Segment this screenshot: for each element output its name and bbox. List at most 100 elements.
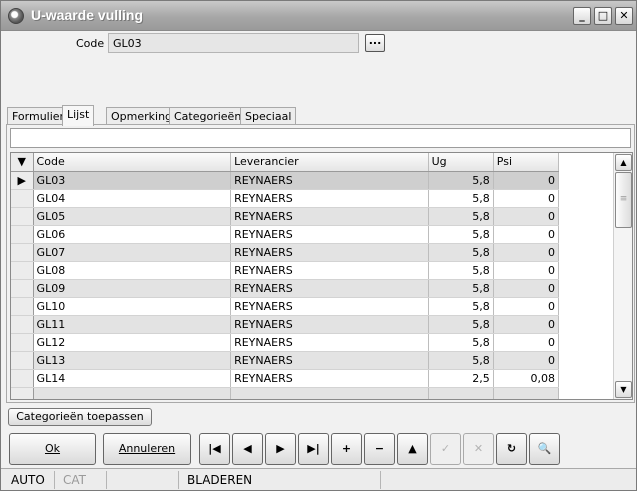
cell-code[interactable]: GL03 [33, 171, 232, 190]
cell-leverancier[interactable]: REYNAERS [230, 189, 429, 208]
edit-record-icon[interactable]: ▲ [397, 433, 428, 465]
row-indicator[interactable] [11, 279, 34, 298]
post-record-icon[interactable]: ✓ [430, 433, 461, 465]
table-row[interactable]: GL07 REYNAERS 5,8 0 [11, 243, 560, 262]
table-row[interactable]: GL06 REYNAERS 5,8 0 [11, 225, 560, 244]
cell-psi[interactable]: 0 [493, 333, 560, 352]
table-row[interactable]: GL10 REYNAERS 5,8 0 [11, 297, 560, 316]
cell-ug[interactable]: 5,8 [428, 261, 494, 280]
row-indicator[interactable] [11, 351, 34, 370]
cell-code[interactable]: GL11 [33, 315, 232, 334]
cell-ug[interactable]: 5,8 [428, 189, 494, 208]
table-row[interactable]: ▶ GL03 REYNAERS 5,8 0 [11, 171, 560, 190]
cell-leverancier[interactable]: REYNAERS [230, 351, 429, 370]
cell-leverancier[interactable]: REYNAERS [230, 333, 429, 352]
table-row[interactable]: GL14 REYNAERS 2,5 0,08 [11, 369, 560, 388]
cell-ug[interactable]: 5,8 [428, 225, 494, 244]
delete-record-icon[interactable]: − [364, 433, 395, 465]
tab-categorieen[interactable]: Categorieën [169, 107, 247, 125]
cell-leverancier[interactable]: REYNAERS [230, 279, 429, 298]
table-row[interactable]: GL04 REYNAERS 5,8 0 [11, 189, 560, 208]
cell-ug[interactable]: 5,8 [428, 243, 494, 262]
column-menu-icon[interactable]: ▼ [11, 153, 34, 172]
cell-leverancier[interactable]: REYNAERS [230, 243, 429, 262]
title-bar[interactable]: U-waarde vulling _ □ ✕ [1, 1, 636, 31]
cell-code[interactable]: GL05 [33, 207, 232, 226]
column-header-psi[interactable]: Psi [493, 153, 560, 172]
next-record-icon[interactable]: ▶ [265, 433, 296, 465]
filter-bar[interactable] [10, 128, 631, 148]
cell-psi[interactable]: 0 [493, 171, 560, 190]
code-field[interactable]: GL03 [108, 33, 359, 53]
cell-ug[interactable]: 5,8 [428, 333, 494, 352]
cell-psi[interactable]: 0 [493, 225, 560, 244]
column-header-code[interactable]: Code [33, 153, 232, 172]
cell-psi[interactable]: 0 [493, 207, 560, 226]
tab-formulier[interactable]: Formulier [7, 107, 70, 125]
cell-leverancier[interactable]: REYNAERS [230, 315, 429, 334]
cell-psi[interactable]: 0 [493, 297, 560, 316]
cell-ug[interactable]: 5,8 [428, 297, 494, 316]
scrollbar-thumb[interactable]: ≡ [615, 172, 632, 228]
cell-leverancier[interactable]: REYNAERS [230, 297, 429, 316]
cell-psi[interactable]: 0 [493, 243, 560, 262]
cell-empty[interactable] [428, 387, 494, 399]
row-indicator[interactable] [11, 387, 34, 399]
row-indicator[interactable] [11, 261, 34, 280]
browse-button[interactable]: ... [365, 34, 385, 52]
cell-psi[interactable]: 0 [493, 261, 560, 280]
scroll-down-icon[interactable]: ▼ [615, 381, 632, 398]
data-grid[interactable]: ▼ Code Leverancier Ug Psi ▶ GL03 REYNAER… [10, 152, 633, 400]
refresh-icon[interactable]: ↻ [496, 433, 527, 465]
row-indicator[interactable] [11, 369, 34, 388]
cell-ug[interactable]: 5,8 [428, 315, 494, 334]
cell-leverancier[interactable]: REYNAERS [230, 207, 429, 226]
last-record-icon[interactable]: ▶| [298, 433, 329, 465]
row-indicator[interactable] [11, 225, 34, 244]
scroll-up-icon[interactable]: ▲ [615, 154, 632, 171]
cell-code[interactable]: GL13 [33, 351, 232, 370]
column-header-leverancier[interactable]: Leverancier [230, 153, 429, 172]
insert-record-icon[interactable]: + [331, 433, 362, 465]
cell-leverancier[interactable]: REYNAERS [230, 225, 429, 244]
cancel-edit-icon[interactable]: ✕ [463, 433, 494, 465]
first-record-icon[interactable]: |◀ [199, 433, 230, 465]
search-icon[interactable]: 🔍 [529, 433, 560, 465]
cell-empty[interactable] [493, 387, 560, 399]
table-row[interactable]: GL05 REYNAERS 5,8 0 [11, 207, 560, 226]
cell-ug[interactable]: 5,8 [428, 171, 494, 190]
cell-code[interactable]: GL08 [33, 261, 232, 280]
cell-psi[interactable]: 0 [493, 189, 560, 208]
cell-code[interactable]: GL10 [33, 297, 232, 316]
column-header-ug[interactable]: Ug [428, 153, 494, 172]
table-row[interactable]: GL11 REYNAERS 5,8 0 [11, 315, 560, 334]
apply-categories-button[interactable]: Categorieën toepassen [8, 408, 152, 426]
cell-code[interactable]: GL09 [33, 279, 232, 298]
cell-empty[interactable] [33, 387, 232, 399]
cell-leverancier[interactable]: REYNAERS [230, 369, 429, 388]
row-indicator[interactable] [11, 207, 34, 226]
cell-code[interactable]: GL12 [33, 333, 232, 352]
row-indicator[interactable] [11, 297, 34, 316]
ok-button[interactable]: Ok [9, 433, 96, 465]
row-indicator[interactable] [11, 315, 34, 334]
cell-ug[interactable]: 5,8 [428, 207, 494, 226]
minimize-button[interactable]: _ [573, 7, 591, 25]
tab-speciaal[interactable]: Speciaal [240, 107, 297, 125]
prior-record-icon[interactable]: ◀ [232, 433, 263, 465]
cell-ug[interactable]: 5,8 [428, 351, 494, 370]
cell-psi[interactable]: 0 [493, 315, 560, 334]
app-icon[interactable] [8, 8, 24, 24]
row-indicator[interactable] [11, 243, 34, 262]
cell-leverancier[interactable]: REYNAERS [230, 261, 429, 280]
table-row[interactable]: GL13 REYNAERS 5,8 0 [11, 351, 560, 370]
cell-code[interactable]: GL07 [33, 243, 232, 262]
table-row[interactable]: GL09 REYNAERS 5,8 0 [11, 279, 560, 298]
table-row[interactable]: GL08 REYNAERS 5,8 0 [11, 261, 560, 280]
maximize-button[interactable]: □ [594, 7, 612, 25]
cell-code[interactable]: GL06 [33, 225, 232, 244]
cancel-button[interactable]: Annuleren [103, 433, 191, 465]
table-row-empty[interactable] [11, 387, 560, 399]
row-indicator[interactable] [11, 189, 34, 208]
cell-psi[interactable]: 0 [493, 279, 560, 298]
